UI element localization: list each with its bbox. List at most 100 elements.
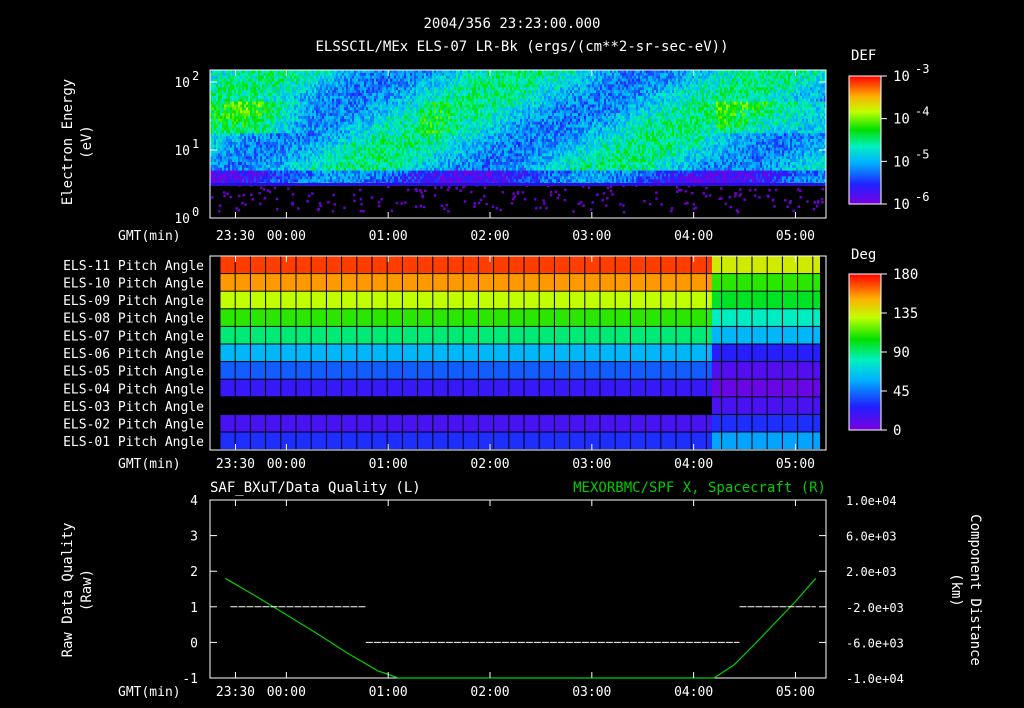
spectrogram-cell (256, 116, 259, 120)
spectrogram-cell (230, 93, 233, 97)
spectrogram-cell (300, 78, 303, 82)
spectrogram-cell (298, 133, 301, 137)
spectrogram-cell (282, 116, 285, 120)
spectrogram-cell (266, 95, 269, 100)
spectrogram-cell (342, 139, 345, 143)
spectrogram-cell (362, 101, 365, 105)
spectrogram-cell (452, 167, 455, 171)
spectrogram-cell (238, 93, 241, 97)
spectrogram-cell (328, 107, 331, 111)
spectrogram-cell (258, 170, 261, 174)
spectrogram-cell (416, 116, 419, 120)
spectrogram-cell (416, 150, 419, 154)
spectrogram-cell (234, 179, 237, 183)
spectrogram-cell (338, 139, 341, 143)
spectrogram-cell (328, 98, 331, 102)
spectrogram-cell (430, 116, 433, 120)
spectrogram-cell (308, 121, 311, 125)
spectrogram-cell (308, 147, 311, 151)
spectrogram-cell (268, 98, 271, 102)
spectrogram-cell (292, 98, 295, 102)
spectrogram-cell (278, 101, 281, 105)
spectrogram-cell (264, 72, 267, 77)
spectrogram-cell (276, 127, 279, 131)
spectrogram-cell (432, 139, 435, 143)
spectrogram-cell (314, 162, 317, 166)
spectrogram-cell (276, 144, 279, 148)
spectrogram-cell (320, 139, 323, 143)
spectrogram-cell (364, 124, 367, 128)
spectrogram-cell (362, 156, 365, 160)
spectrogram-cell (316, 162, 319, 166)
spectrogram-cell (358, 139, 361, 143)
spectrogram-cell (242, 107, 245, 111)
spectrogram-cell (440, 164, 443, 169)
spectrogram-cell (366, 121, 369, 125)
spectrogram-cell (350, 113, 353, 117)
spectrogram-cell (238, 179, 241, 183)
spectrogram-cell (424, 162, 427, 166)
spectrogram-cell (266, 173, 269, 177)
spectrogram-cell (218, 75, 221, 79)
spectrogram-cell (310, 104, 313, 108)
spectrogram-cell (408, 141, 411, 146)
spectrogram-cell (432, 179, 435, 183)
spectrogram-cell (314, 139, 317, 143)
spectrogram-cell (366, 95, 369, 100)
spectrogram-cell (246, 127, 249, 131)
spectrogram-cell (440, 110, 443, 114)
spectrogram-cell (258, 81, 261, 85)
spectrogram-cell (322, 78, 325, 82)
spectrogram-cell (424, 173, 427, 177)
spectrogram-cell (386, 127, 389, 131)
spectrogram-cell (352, 176, 355, 180)
spectrogram-cell (426, 127, 429, 131)
spectrogram-cell (248, 87, 251, 91)
spectrogram-cell (430, 179, 433, 183)
spectrogram-cell (218, 107, 221, 111)
spectrogram-cell (274, 72, 277, 77)
spectrogram-cell (342, 144, 345, 148)
spectrogram-cell (368, 173, 371, 177)
spectrogram-cell (240, 101, 243, 105)
spectrogram-cell (456, 136, 459, 140)
spectrogram-cell (232, 144, 235, 148)
spectrogram-cell (368, 78, 371, 82)
spectrogram-cell (442, 141, 445, 146)
spectrogram-cell (450, 124, 453, 128)
spectrogram-cell (406, 81, 409, 85)
spectrogram-cell (328, 170, 331, 174)
spectrogram-cell (384, 84, 387, 88)
spectrogram-cell (400, 176, 403, 180)
spectrogram-cell (300, 101, 303, 105)
spectrogram-cell (212, 150, 215, 154)
spectrogram-cell (384, 162, 387, 166)
spectrogram-cell (318, 179, 321, 183)
spectrogram-cell (398, 150, 401, 154)
spectrogram-cell (246, 113, 249, 117)
spectrogram-cell (402, 118, 405, 123)
spectrogram-cell (330, 116, 333, 120)
spectrogram-cell (256, 164, 259, 169)
spectrogram-cell (456, 141, 459, 146)
spectrogram-cell (324, 144, 327, 148)
spectrogram-cell (442, 116, 445, 120)
spectrogram-cell (236, 133, 239, 137)
spectrogram-cell (272, 75, 275, 79)
spectrogram-cell (262, 98, 265, 102)
spectrogram-cell (414, 170, 417, 174)
spectrogram-cell (434, 173, 437, 177)
spectrogram-cell (404, 124, 407, 128)
spectrogram-cell (264, 124, 267, 128)
spectrogram-cell (246, 90, 249, 94)
spectrogram-cell (402, 153, 405, 157)
spectrogram-cell (240, 170, 243, 174)
spectrogram-cell (302, 147, 305, 151)
spectrogram-cell (442, 98, 445, 102)
spectrogram-cell (330, 72, 333, 77)
spectrogram-cell (346, 179, 349, 183)
spectrogram-cell (404, 167, 407, 171)
spectrogram-cell (348, 133, 351, 137)
spectrogram-cell (302, 167, 305, 171)
spectrogram-cell (390, 153, 393, 157)
